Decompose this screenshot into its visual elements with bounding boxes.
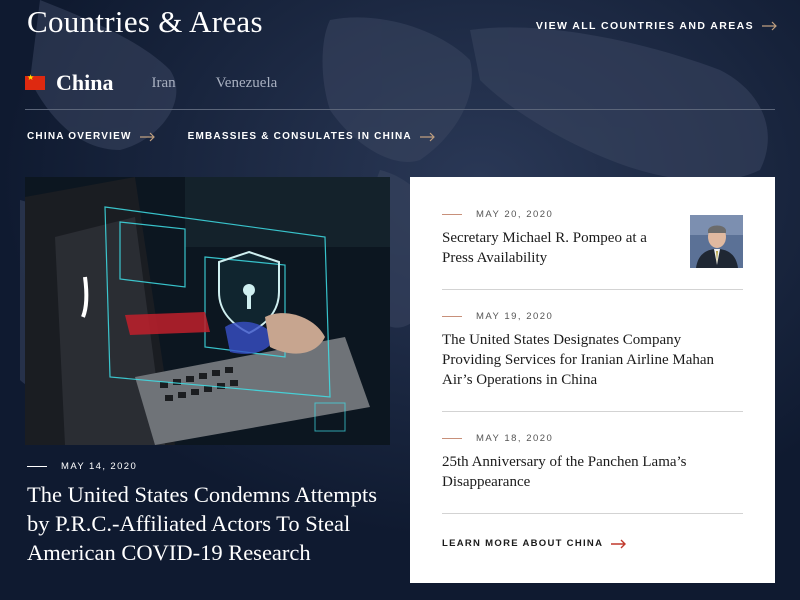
date-rule xyxy=(442,316,462,317)
date-rule xyxy=(442,214,462,215)
news-date-label: MAY 18, 2020 xyxy=(476,433,554,444)
view-all-label: VIEW ALL COUNTRIES AND AREAS xyxy=(535,20,754,32)
embassies-consulates-link[interactable]: EMBASSIES & CONSULATES IN CHINA xyxy=(188,131,436,142)
news-item: MAY 18, 2020 25th Anniversary of the Pan… xyxy=(442,433,743,492)
news-divider xyxy=(442,411,743,412)
tabs-divider xyxy=(25,109,775,110)
arrow-right-icon xyxy=(611,539,627,548)
news-divider xyxy=(442,513,743,514)
news-date-label: MAY 20, 2020 xyxy=(476,209,554,220)
feature-image-cybersecurity[interactable] xyxy=(25,177,390,445)
news-item: MAY 19, 2020 The United States Designate… xyxy=(442,311,743,390)
arrow-right-icon xyxy=(139,132,155,141)
feature-date: MAY 14, 2020 xyxy=(27,461,137,472)
arrow-right-icon xyxy=(419,132,435,141)
feature-date-label: MAY 14, 2020 xyxy=(61,461,138,472)
learn-more-label: LEARN MORE ABOUT CHINA xyxy=(442,538,604,549)
country-tabs: China Iran Venezuela xyxy=(25,70,317,96)
tab-venezuela[interactable]: Venezuela xyxy=(216,75,278,92)
feature-headline[interactable]: The United States Condemns Attempts by P… xyxy=(27,480,397,567)
news-divider xyxy=(442,289,743,290)
news-date: MAY 18, 2020 xyxy=(442,433,743,444)
tab-china[interactable]: China xyxy=(56,70,113,96)
subnav: CHINA OVERVIEW EMBASSIES & CONSULATES IN… xyxy=(27,131,436,142)
view-all-countries-link[interactable]: VIEW ALL COUNTRIES AND AREAS xyxy=(536,20,778,32)
learn-more-link[interactable]: LEARN MORE ABOUT CHINA xyxy=(442,538,627,549)
news-headline[interactable]: The United States Designates Company Pro… xyxy=(442,330,743,390)
arrow-right-icon xyxy=(762,21,777,31)
date-rule xyxy=(442,438,462,439)
tab-iran[interactable]: Iran xyxy=(151,75,175,92)
news-thumbnail[interactable] xyxy=(690,215,743,268)
date-rule xyxy=(27,466,47,467)
page-title: Countries & Areas xyxy=(27,4,263,39)
news-card: MAY 20, 2020 Secretary Michael R. Pompeo… xyxy=(410,177,775,583)
news-date: MAY 19, 2020 xyxy=(442,311,743,322)
china-flag-icon xyxy=(25,73,45,90)
news-headline[interactable]: 25th Anniversary of the Panchen Lama’s D… xyxy=(442,452,743,492)
news-headline[interactable]: Secretary Michael R. Pompeo at a Press A… xyxy=(442,228,662,268)
china-overview-label: CHINA OVERVIEW xyxy=(27,131,132,142)
china-overview-link[interactable]: CHINA OVERVIEW xyxy=(27,131,156,142)
news-date-label: MAY 19, 2020 xyxy=(476,311,554,322)
embassies-consulates-label: EMBASSIES & CONSULATES IN CHINA xyxy=(187,131,412,142)
